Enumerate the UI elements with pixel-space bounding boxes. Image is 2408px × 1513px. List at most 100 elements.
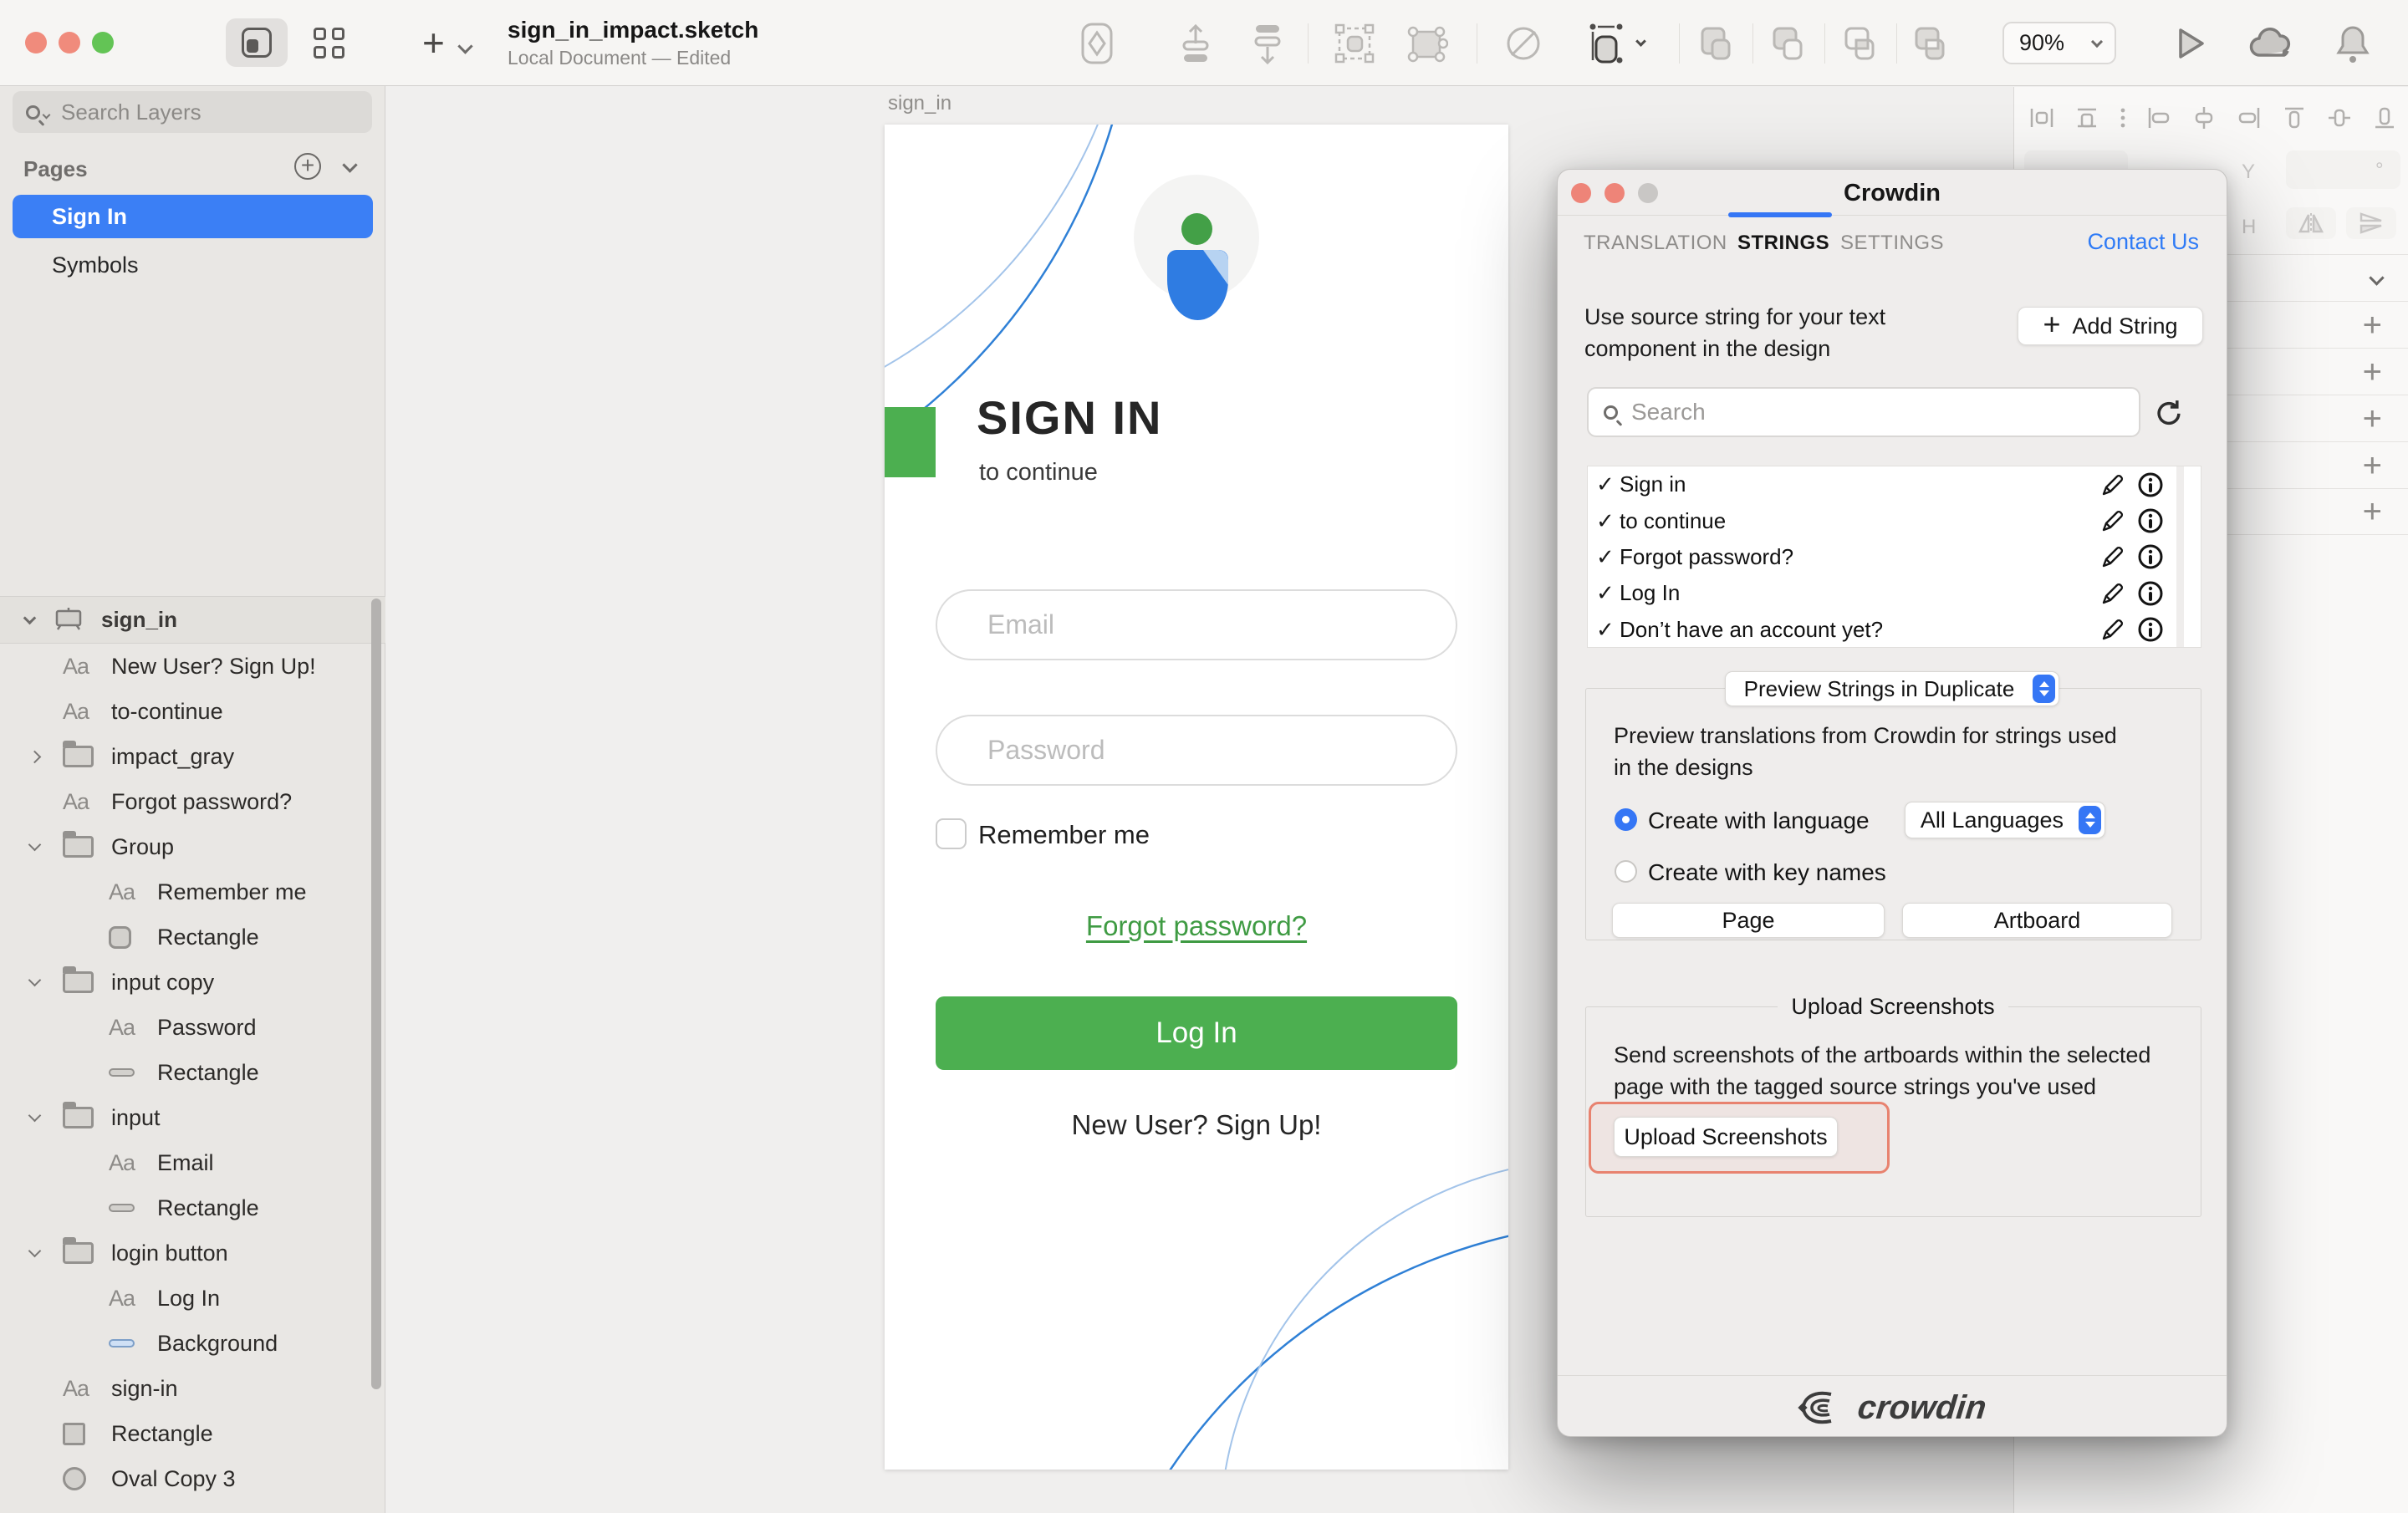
align-bottom-icon[interactable] bbox=[2370, 104, 2399, 132]
tab-translation[interactable]: TRANSLATION bbox=[1584, 232, 1727, 255]
info-icon[interactable] bbox=[2137, 471, 2164, 498]
strings-search-field[interactable] bbox=[1587, 387, 2140, 437]
log-in-button[interactable]: Log In bbox=[936, 996, 1457, 1070]
layer-row[interactable]: Aa Email bbox=[0, 1140, 385, 1185]
language-select[interactable]: All Languages bbox=[1905, 802, 2105, 838]
more-options-dots-icon[interactable] bbox=[2118, 104, 2128, 132]
insert-shape-button[interactable] bbox=[1080, 0, 1114, 86]
chevron-down-icon[interactable] bbox=[23, 612, 37, 625]
add-blur-icon[interactable]: + bbox=[2363, 495, 2382, 528]
contact-us-link[interactable]: Contact Us bbox=[2087, 229, 2199, 255]
page-button[interactable]: Page bbox=[1612, 903, 1885, 938]
edit-pencil-icon[interactable] bbox=[2100, 581, 2125, 606]
forgot-password-link[interactable]: Forgot password? bbox=[885, 910, 1508, 942]
preview-mode-select[interactable]: Preview Strings in Duplicate bbox=[1725, 671, 2059, 706]
zoom-window-button[interactable] bbox=[92, 32, 114, 53]
align-right-icon[interactable] bbox=[2235, 104, 2263, 132]
refresh-button[interactable] bbox=[2153, 397, 2185, 429]
distribute-down-button[interactable] bbox=[1249, 0, 1286, 86]
layer-row[interactable]: Aa input copy bbox=[0, 960, 385, 1005]
align-middle-vertical-icon[interactable] bbox=[2325, 104, 2354, 132]
tab-settings[interactable]: SETTINGS bbox=[1840, 232, 1944, 255]
layer-row[interactable]: Aa Rectangle bbox=[0, 1185, 385, 1230]
boolean-subtract-button[interactable] bbox=[1768, 0, 1808, 86]
edit-pencil-icon[interactable] bbox=[2100, 472, 2125, 497]
strings-search-input[interactable] bbox=[1631, 399, 2083, 425]
layer-row[interactable]: Aa Remember me bbox=[0, 869, 385, 914]
align-top-icon[interactable] bbox=[2280, 104, 2309, 132]
boolean-difference-button[interactable] bbox=[1910, 0, 1950, 86]
collapse-pages-chevron-icon[interactable] bbox=[342, 157, 357, 172]
search-layers-input[interactable] bbox=[61, 99, 329, 125]
notifications-bell-icon[interactable] bbox=[2334, 0, 2371, 86]
cloud-sync-icon[interactable] bbox=[2247, 0, 2296, 86]
add-style-icon[interactable]: + bbox=[2363, 308, 2382, 342]
layer-chevron-icon[interactable] bbox=[28, 1108, 42, 1122]
add-page-button[interactable]: + bbox=[294, 153, 321, 180]
layer-row[interactable]: Aa Password bbox=[0, 1005, 385, 1050]
layer-row[interactable]: Aa Rectangle bbox=[0, 1411, 385, 1456]
search-layers-field[interactable] bbox=[13, 91, 372, 133]
layer-row[interactable]: Aa New User? Sign Up! bbox=[0, 644, 385, 689]
string-row[interactable]: ✓ Log In bbox=[1588, 575, 2201, 611]
layer-row[interactable]: Aa Forgot password? bbox=[0, 779, 385, 824]
zoom-select[interactable]: 90% bbox=[2002, 22, 2116, 64]
create-with-key-names-radio[interactable] bbox=[1615, 860, 1637, 883]
sign-in-artboard[interactable]: SIGN IN to continue Email Password Remem… bbox=[885, 125, 1508, 1470]
tab-strings[interactable]: STRINGS bbox=[1737, 232, 1829, 255]
create-with-language-radio[interactable] bbox=[1615, 808, 1637, 831]
align-center-horizontal-icon[interactable] bbox=[2190, 104, 2218, 132]
password-field[interactable]: Password bbox=[936, 715, 1457, 786]
add-shadow-icon[interactable]: + bbox=[2363, 449, 2382, 482]
ungroup-button[interactable] bbox=[1405, 0, 1448, 86]
info-icon[interactable] bbox=[2137, 580, 2164, 607]
boolean-intersect-button[interactable] bbox=[1839, 0, 1880, 86]
string-row[interactable]: ✓ Don’t have an account yet? bbox=[1588, 612, 2201, 648]
page-item[interactable]: Sign In bbox=[13, 195, 373, 238]
edit-pencil-icon[interactable] bbox=[2100, 544, 2125, 569]
layer-row[interactable]: Aa sign-in bbox=[0, 1366, 385, 1411]
edit-pencil-icon[interactable] bbox=[2100, 508, 2125, 533]
upload-screenshots-button[interactable]: Upload Screenshots bbox=[1614, 1117, 1838, 1157]
layer-row[interactable]: Aa impact_gray bbox=[0, 734, 385, 779]
layer-chevron-icon[interactable] bbox=[28, 1244, 42, 1257]
add-border-icon[interactable]: + bbox=[2363, 402, 2382, 436]
layer-row[interactable]: Aa Oval Copy 3 bbox=[0, 1456, 385, 1501]
artboard-canvas-label[interactable]: sign_in bbox=[888, 92, 951, 115]
preview-play-button[interactable] bbox=[2174, 0, 2207, 86]
distribute-up-button[interactable] bbox=[1177, 0, 1214, 86]
layer-row[interactable]: Aa Group bbox=[0, 824, 385, 869]
distribute-horizontally-icon[interactable] bbox=[2028, 104, 2056, 132]
string-row[interactable]: ✓ Sign in bbox=[1588, 466, 2201, 502]
insert-button[interactable]: + bbox=[422, 20, 471, 65]
artboard-layer-row[interactable]: sign_in bbox=[0, 596, 385, 644]
group-button[interactable] bbox=[1333, 0, 1376, 86]
string-row[interactable]: ✓ to continue bbox=[1588, 502, 2201, 538]
layer-row[interactable]: Aa Rectangle bbox=[0, 1050, 385, 1095]
page-item[interactable]: Symbols bbox=[13, 243, 373, 287]
layer-row[interactable]: Aa Rectangle bbox=[0, 914, 385, 960]
layer-chevron-icon[interactable] bbox=[28, 750, 42, 763]
close-window-button[interactable] bbox=[25, 32, 47, 53]
layer-row[interactable]: Aa to-continue bbox=[0, 689, 385, 734]
toggle-sidebar-button[interactable] bbox=[226, 18, 288, 67]
layer-row[interactable]: Aa Background bbox=[0, 1321, 385, 1366]
align-left-icon[interactable] bbox=[2145, 104, 2173, 132]
sidebar-scrollbar[interactable] bbox=[371, 599, 381, 1389]
add-string-button[interactable]: + Add String bbox=[2018, 307, 2203, 345]
info-icon[interactable] bbox=[2137, 507, 2164, 534]
string-row[interactable]: ✓ Forgot password? bbox=[1588, 539, 2201, 575]
layer-row[interactable]: Aa login button bbox=[0, 1230, 385, 1276]
layer-row[interactable]: Aa Log In bbox=[0, 1276, 385, 1321]
remember-me-checkbox[interactable] bbox=[936, 818, 967, 849]
boolean-union-button[interactable] bbox=[1696, 0, 1736, 86]
resize-button[interactable] bbox=[1585, 0, 1645, 86]
email-field[interactable]: Email bbox=[936, 589, 1457, 660]
layer-row[interactable]: Aa input bbox=[0, 1095, 385, 1140]
edit-pencil-icon[interactable] bbox=[2100, 617, 2125, 642]
layer-chevron-icon[interactable] bbox=[28, 973, 42, 986]
info-icon[interactable] bbox=[2137, 543, 2164, 570]
artboard-button[interactable]: Artboard bbox=[1902, 903, 2172, 938]
sign-up-link[interactable]: New User? Sign Up! bbox=[885, 1109, 1508, 1141]
minimize-window-button[interactable] bbox=[59, 32, 80, 53]
